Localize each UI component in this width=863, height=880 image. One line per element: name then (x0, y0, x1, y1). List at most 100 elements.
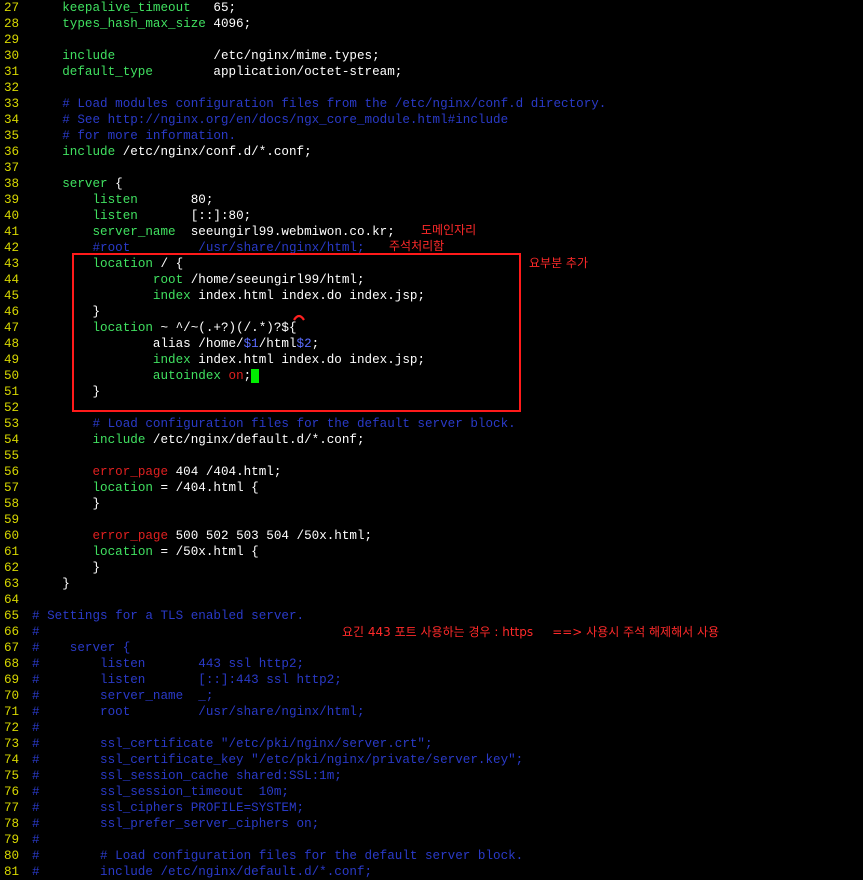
code-token: /etc/nginx/default.d/*.conf; (145, 433, 365, 447)
code-line[interactable]: 61 location = /50x.html { (0, 544, 259, 560)
code-token: include (62, 49, 116, 63)
code-line[interactable]: 76 # ssl_session_timeout 10m; (0, 784, 289, 800)
line-number: 60 (4, 529, 20, 543)
line-number: 50 (4, 369, 20, 383)
code-token: location (92, 545, 153, 559)
line-number: 75 (4, 769, 20, 783)
code-token: server_name (92, 225, 176, 239)
code-line[interactable]: 59 (0, 512, 32, 528)
line-number: 73 (4, 737, 20, 751)
code-line[interactable]: 67 # server { (0, 640, 130, 656)
code-line[interactable]: 66 # (0, 624, 40, 640)
code-token: listen (92, 209, 138, 223)
code-comment: # ssl_ciphers PROFILE=SYSTEM; (32, 801, 305, 815)
code-comment: # listen [::]:443 ssl http2; (32, 673, 342, 687)
code-comment: # ssl_certificate "/etc/pki/nginx/server… (32, 737, 433, 751)
code-line[interactable]: 52 (0, 400, 32, 416)
code-line[interactable]: 78 # ssl_prefer_server_ciphers on; (0, 816, 319, 832)
line-number: 67 (4, 641, 20, 655)
code-line[interactable]: 60 error_page 500 502 503 504 /50x.html; (0, 528, 372, 544)
line-number: 59 (4, 513, 20, 527)
code-line[interactable]: 69 # listen [::]:443 ssl http2; (0, 672, 342, 688)
line-number: 41 (4, 225, 20, 239)
code-line[interactable]: 38 server { (0, 176, 123, 192)
code-line[interactable]: 71 # root /usr/share/nginx/html; (0, 704, 365, 720)
code-line[interactable]: 27 keepalive_timeout 65; (0, 0, 236, 16)
code-token: listen (92, 193, 138, 207)
code-line[interactable]: 29 (0, 32, 32, 48)
code-line[interactable]: 28 types_hash_max_size 4096; (0, 16, 251, 32)
code-comment: # listen 443 ssl http2; (32, 657, 305, 671)
code-line[interactable]: 55 (0, 448, 32, 464)
code-line[interactable]: 41 server_name seeungirl99.webmiwon.co.k… (0, 224, 395, 240)
code-line[interactable]: 63 } (0, 576, 70, 592)
line-number: 62 (4, 561, 20, 575)
code-line[interactable]: 73 # ssl_certificate "/etc/pki/nginx/serv… (0, 736, 433, 752)
line-number: 39 (4, 193, 20, 207)
line-number: 61 (4, 545, 20, 559)
code-line[interactable]: 36 include /etc/nginx/conf.d/*.conf; (0, 144, 312, 160)
code-line[interactable]: 37 (0, 160, 32, 176)
code-line[interactable]: 62 } (0, 560, 100, 576)
code-line[interactable]: 81 # include /etc/nginx/default.d/*.conf; (0, 864, 372, 880)
code-line[interactable]: 74 # ssl_certificate_key "/etc/pki/nginx/… (0, 752, 523, 768)
code-comment: # ssl_session_timeout 10m; (32, 785, 289, 799)
code-line[interactable]: 34 # See http://nginx.org/en/docs/ngx_co… (0, 112, 508, 128)
code-line[interactable]: 53 # Load configuration files for the de… (0, 416, 516, 432)
code-comment: # server_name _; (32, 689, 214, 703)
code-token: } (32, 561, 101, 575)
line-number: 54 (4, 433, 20, 447)
code-line[interactable]: 33 # Load modules configuration files fr… (0, 96, 606, 112)
code-token: error_page (92, 529, 169, 543)
line-number: 35 (4, 129, 20, 143)
line-number: 69 (4, 673, 20, 687)
code-line[interactable]: 64 (0, 592, 32, 608)
code-line[interactable]: 68 # listen 443 ssl http2; (0, 656, 304, 672)
code-line[interactable]: 77 # ssl_ciphers PROFILE=SYSTEM; (0, 800, 304, 816)
line-number: 42 (4, 241, 20, 255)
line-number: 37 (4, 161, 20, 175)
line-number: 57 (4, 481, 20, 495)
code-line[interactable]: 65 # Settings for a TLS enabled server. (0, 608, 304, 624)
code-line[interactable]: 75 # ssl_session_cache shared:SSL:1m; (0, 768, 342, 784)
code-comment: # server { (32, 641, 131, 655)
line-number: 74 (4, 753, 20, 767)
code-line[interactable]: 70 # server_name _; (0, 688, 213, 704)
annotation-comment: 주석처리함 (389, 239, 445, 253)
code-line[interactable]: 56 error_page 404 /404.html; (0, 464, 281, 480)
line-number: 71 (4, 705, 20, 719)
code-token: 404 /404.html; (168, 465, 282, 479)
code-line[interactable]: 30 include /etc/nginx/mime.types; (0, 48, 380, 64)
code-editor[interactable]: 27 keepalive_timeout 65; 28 types_hash_ma… (0, 0, 863, 880)
code-line[interactable]: 54 include /etc/nginx/default.d/*.conf; (0, 432, 365, 448)
line-number: 33 (4, 97, 20, 111)
code-line[interactable]: 39 listen 80; (0, 192, 213, 208)
caret-mark-icon (293, 314, 305, 321)
line-number: 51 (4, 385, 20, 399)
line-number: 40 (4, 209, 20, 223)
line-number: 78 (4, 817, 20, 831)
code-line[interactable]: 40 listen [::]:80; (0, 208, 251, 224)
code-line[interactable]: 31 default_type application/octet-stream… (0, 64, 402, 80)
line-number: 38 (4, 177, 20, 191)
code-line[interactable]: 72 # (0, 720, 40, 736)
code-line[interactable]: 79 # (0, 832, 40, 848)
line-number: 68 (4, 657, 20, 671)
code-comment: # (32, 721, 40, 735)
line-number: 56 (4, 465, 20, 479)
code-line[interactable]: 58 } (0, 496, 100, 512)
code-line[interactable]: 80 # # Load configuration files for the d… (0, 848, 523, 864)
code-line[interactable]: 57 location = /404.html { (0, 480, 259, 496)
code-line[interactable]: 32 (0, 80, 32, 96)
line-number: 47 (4, 321, 20, 335)
code-line[interactable]: 35 # for more information. (0, 128, 236, 144)
line-number: 36 (4, 145, 20, 159)
line-number: 29 (4, 33, 20, 47)
line-number: 80 (4, 849, 20, 863)
